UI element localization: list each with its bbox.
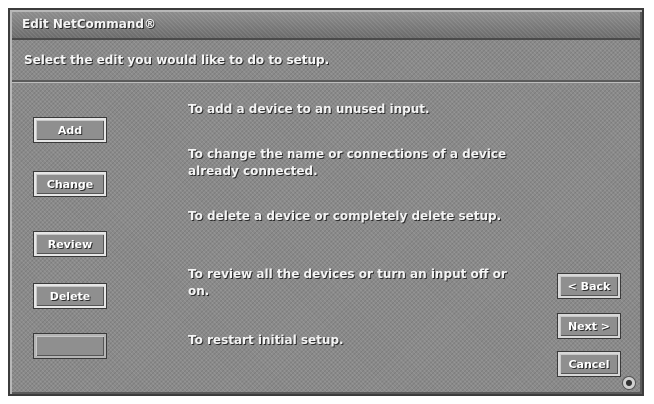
change-description: To change the name or connections of a d… — [188, 147, 507, 178]
review-button[interactable]: Review — [34, 232, 106, 256]
restart-button[interactable] — [34, 334, 106, 358]
cancel-button[interactable]: Cancel — [558, 352, 620, 376]
delete-button[interactable]: Delete — [34, 284, 106, 308]
globe-icon: ● — [622, 376, 636, 390]
window-title: Edit NetCommand® — [22, 17, 157, 31]
add-button[interactable]: Add — [34, 118, 106, 142]
change-button[interactable]: Change — [34, 172, 106, 196]
title-bar: Edit NetCommand® — [12, 12, 640, 40]
restart-description: To restart initial setup. — [188, 333, 344, 347]
back-button[interactable]: < Back — [558, 274, 620, 298]
add-description: To add a device to an unused input. — [188, 102, 430, 116]
delete-description: To review all the devices or turn an inp… — [188, 267, 507, 298]
next-button[interactable]: Next > — [558, 314, 620, 338]
instruction-text: Select the edit you would like to do to … — [24, 53, 330, 67]
edit-netcommand-dialog: Edit NetCommand® Select the edit you wou… — [8, 8, 644, 396]
review-description: To delete a device or completely delete … — [188, 209, 502, 223]
header-divider — [12, 80, 640, 83]
